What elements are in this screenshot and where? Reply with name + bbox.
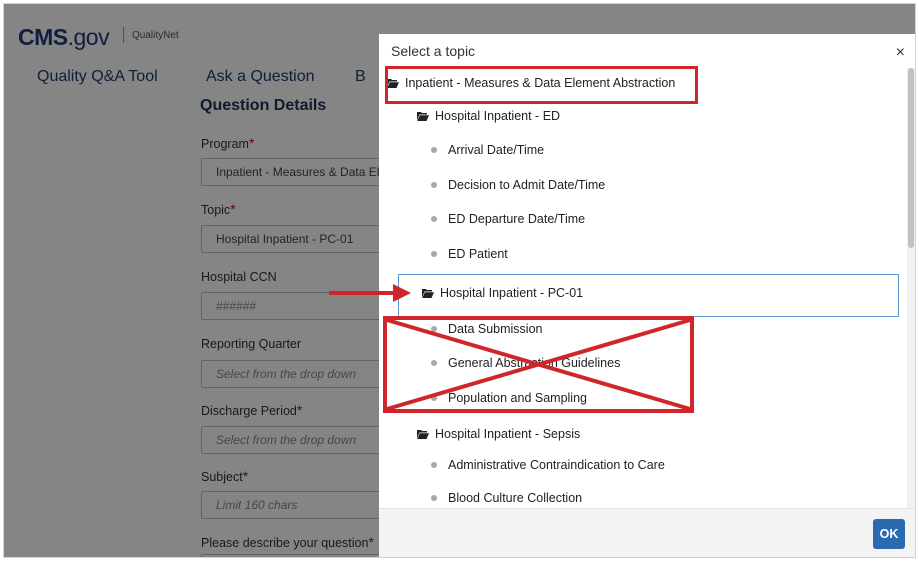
tree-item-label: ED Patient xyxy=(448,247,508,261)
modal-footer: OK xyxy=(379,508,915,557)
bullet-icon xyxy=(431,182,437,188)
tree-leaf-item[interactable]: Data Submission xyxy=(431,322,543,342)
bullet-icon xyxy=(431,395,437,401)
tree-folder-item[interactable]: Hospital Inpatient - Sepsis xyxy=(417,427,580,447)
close-icon[interactable]: × xyxy=(896,44,905,62)
browser-page: CMS.gov QualityNet Quality Q&A Tool Ask … xyxy=(3,3,916,558)
tree-item-label: Hospital Inpatient - Sepsis xyxy=(435,427,581,441)
bullet-icon xyxy=(431,326,437,332)
tree-item-label: Hospital Inpatient - ED xyxy=(435,109,561,123)
scrollbar-thumb[interactable] xyxy=(908,68,914,248)
tree-item-label: Data Submission xyxy=(448,322,543,336)
tree-leaf-item[interactable]: Population and Sampling xyxy=(431,391,587,411)
ok-button[interactable]: OK xyxy=(873,519,905,549)
tree-item-label: General Abstraction Guidelines xyxy=(448,356,621,370)
bullet-icon xyxy=(431,147,437,153)
tree-item-label: Blood Culture Collection xyxy=(448,491,583,505)
tree-leaf-item[interactable]: General Abstraction Guidelines xyxy=(431,356,620,376)
bullet-icon xyxy=(431,251,437,257)
tree-leaf-item[interactable]: Decision to Admit Date/Time xyxy=(431,178,605,198)
tree-item-label: Decision to Admit Date/Time xyxy=(448,178,606,192)
modal-header: Select a topic × xyxy=(379,34,915,68)
folder-open-icon xyxy=(417,430,429,439)
annotation-highlight-box xyxy=(385,66,698,104)
tree-leaf-item[interactable]: Arrival Date/Time xyxy=(431,143,544,163)
tree-item-label: Administrative Contraindication to Care xyxy=(448,458,665,472)
bullet-icon xyxy=(431,360,437,366)
selected-item-focus-outline xyxy=(398,274,899,317)
tree-item-label: ED Departure Date/Time xyxy=(448,212,586,226)
tree-folder-item[interactable]: Hospital Inpatient - ED xyxy=(417,109,560,129)
tree-leaf-item[interactable]: ED Departure Date/Time xyxy=(431,212,585,232)
bullet-icon xyxy=(431,495,437,501)
tree-item-label: Population and Sampling xyxy=(448,391,587,405)
tree-leaf-item[interactable]: ED Patient xyxy=(431,247,508,267)
modal-scrollbar[interactable] xyxy=(907,68,915,508)
folder-open-icon xyxy=(417,112,429,121)
bullet-icon xyxy=(431,462,437,468)
tree-leaf-item[interactable]: Administrative Contraindication to Care xyxy=(431,458,665,478)
tree-item-label: Arrival Date/Time xyxy=(448,143,545,157)
modal-title: Select a topic xyxy=(391,43,476,59)
tree-leaf-item[interactable]: Blood Culture Collection xyxy=(431,491,582,508)
bullet-icon xyxy=(431,216,437,222)
